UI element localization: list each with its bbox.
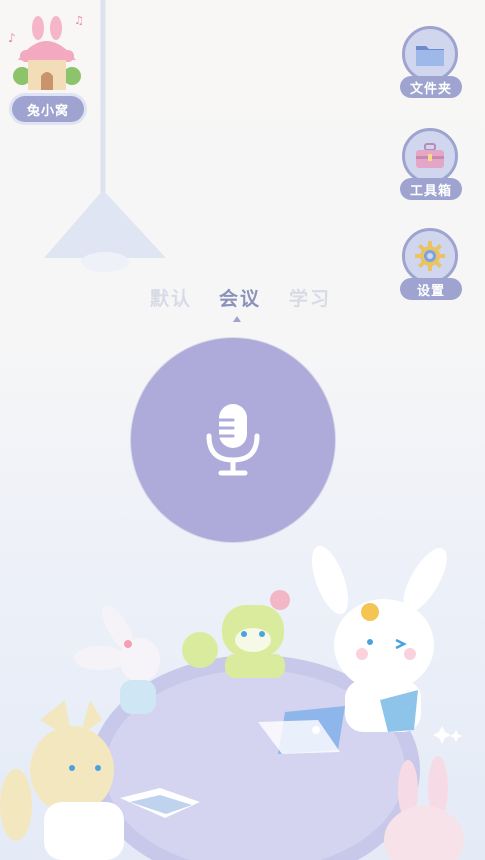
record-button[interactable] <box>131 338 335 542</box>
selected-tab-indicator <box>233 316 241 322</box>
tab-meeting[interactable]: 会议 <box>219 284 261 311</box>
toolbox-button[interactable]: 工具箱 <box>400 128 462 208</box>
tab-study[interactable]: 学习 <box>289 284 331 311</box>
toolbox-label: 工具箱 <box>400 178 462 200</box>
settings-label: 设置 <box>400 278 462 300</box>
folder-label: 文件夹 <box>400 76 462 98</box>
mode-tabs: 默认 会议 学习 <box>140 284 340 324</box>
svg-text:♪: ♪ <box>8 31 16 45</box>
gear-icon <box>415 241 445 271</box>
settings-button[interactable]: 设置 <box>400 228 462 308</box>
bunny-character-left <box>74 604 160 714</box>
tab-default[interactable]: 默认 <box>150 284 192 311</box>
microphone-icon <box>206 404 260 476</box>
toolbox-icon <box>416 143 444 168</box>
meeting-scene-illustration <box>0 545 464 860</box>
folder-button[interactable]: 文件夹 <box>400 26 462 106</box>
folder-icon <box>416 46 444 66</box>
lamp-illustration <box>44 0 166 272</box>
squirrel-character <box>182 590 290 678</box>
